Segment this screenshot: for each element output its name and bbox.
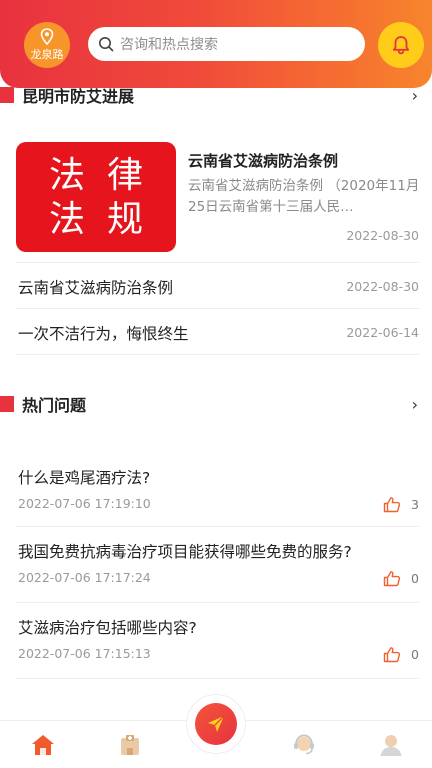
news-thumbnail: 法 律 法 规	[16, 142, 176, 252]
news-title: 云南省艾滋病防治条例	[18, 279, 174, 297]
divider	[16, 678, 419, 679]
news-date: 2022-08-30	[346, 228, 419, 243]
news-list-item[interactable]: 一次不洁行为，悔恨终生 2022-06-14	[16, 310, 419, 354]
question-item[interactable]: 艾滋病治疗包括哪些内容? 2022-07-06 17:15:13 0	[16, 616, 419, 686]
nav-hospital[interactable]	[116, 731, 144, 759]
question-item[interactable]: 我国免费抗病毒治疗项目能获得哪些免费的服务? 2022-07-06 17:17:…	[16, 540, 419, 610]
section-accent-bar	[0, 396, 14, 412]
thumbnail-char: 规	[106, 199, 143, 240]
like-count: 0	[411, 647, 419, 662]
nav-center-circle	[195, 703, 237, 745]
thumbs-up-icon	[383, 571, 401, 587]
question-title: 我国免费抗病毒治疗项目能获得哪些免费的服务?	[18, 543, 352, 561]
thumbnail-char: 法	[48, 155, 85, 196]
news-title: 一次不洁行为，悔恨终生	[18, 325, 189, 343]
divider	[16, 526, 419, 527]
divider	[16, 354, 419, 355]
thumbs-up-icon	[383, 497, 401, 513]
news-summary: 云南省艾滋病防治条例 （2020年11月25日云南省第十三届人民…	[188, 178, 420, 215]
questions-section-title: 热门问题	[22, 396, 87, 415]
customer-service-icon	[294, 734, 314, 755]
question-time: 2022-07-06 17:19:10	[18, 496, 151, 511]
nav-center-button[interactable]	[186, 694, 246, 754]
question-title: 什么是鸡尾酒疗法?	[18, 469, 151, 487]
app-header: 龙泉路 咨询和热点搜索	[0, 0, 432, 88]
divider	[16, 262, 419, 263]
send-icon	[208, 715, 225, 732]
thumbnail-char: 律	[106, 155, 143, 196]
profile-icon	[380, 735, 402, 756]
like-count: 0	[411, 571, 419, 586]
home-icon	[32, 735, 54, 755]
like-button[interactable]: 3	[383, 496, 419, 513]
section-accent-bar	[0, 87, 14, 103]
nav-home[interactable]	[29, 731, 57, 759]
news-list-item[interactable]: 云南省艾滋病防治条例 2022-08-30	[16, 264, 419, 308]
thumbnail-char: 法	[48, 199, 85, 240]
notification-button[interactable]	[378, 22, 424, 68]
search-icon	[99, 37, 114, 52]
news-title: 云南省艾滋病防治条例	[188, 152, 339, 170]
featured-news-item[interactable]: 法 律 法 规 云南省艾滋病防治条例 云南省艾滋病防治条例 （2020年11月2…	[16, 142, 419, 260]
location-label: 龙泉路	[30, 48, 64, 61]
divider	[16, 308, 419, 309]
chevron-right-icon[interactable]: ›	[412, 86, 418, 105]
search-input[interactable]: 咨询和热点搜索	[88, 27, 365, 61]
hospital-icon	[121, 735, 139, 755]
question-time: 2022-07-06 17:17:24	[18, 570, 151, 585]
like-count: 3	[411, 497, 419, 512]
question-title: 艾滋病治疗包括哪些内容?	[18, 619, 197, 637]
search-placeholder: 咨询和热点搜索	[120, 37, 218, 53]
like-button[interactable]: 0	[383, 646, 419, 663]
nav-service[interactable]	[290, 731, 318, 759]
chevron-right-icon[interactable]: ›	[412, 395, 418, 414]
news-date: 2022-08-30	[346, 279, 419, 294]
nav-profile[interactable]	[377, 731, 405, 759]
location-pin-icon	[40, 28, 54, 45]
bell-icon	[392, 36, 410, 55]
location-button[interactable]: 龙泉路	[24, 22, 70, 68]
questions-section-header[interactable]: 热门问题 ›	[0, 391, 432, 417]
question-time: 2022-07-06 17:15:13	[18, 646, 151, 661]
like-button[interactable]: 0	[383, 570, 419, 587]
news-date: 2022-06-14	[346, 325, 419, 340]
thumbs-up-icon	[383, 647, 401, 663]
divider	[16, 602, 419, 603]
